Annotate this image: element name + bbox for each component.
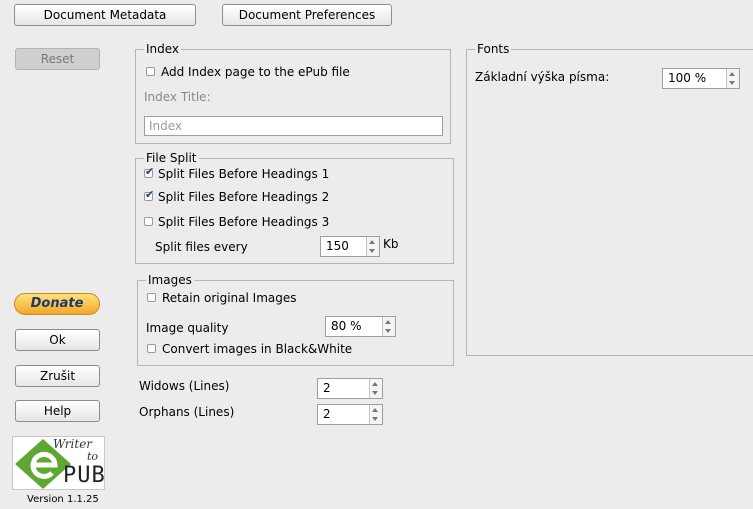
images-group-legend: Images <box>146 273 194 287</box>
bw-images-checkbox[interactable] <box>147 344 156 353</box>
logo-writer-text: Writer <box>53 437 93 451</box>
spinner-up-icon[interactable] <box>369 240 375 244</box>
donate-button-label: Donate <box>30 296 84 311</box>
spinner-down-icon[interactable] <box>385 329 391 333</box>
index-title-input[interactable]: Index <box>144 116 443 136</box>
logo-to-text: to <box>87 450 99 463</box>
add-index-label: Add Index page to the ePub file <box>161 65 350 79</box>
orphans-spinner[interactable]: 2 <box>317 404 383 425</box>
base-font-size-arrows[interactable] <box>726 69 739 88</box>
ok-button[interactable]: Ok <box>15 329 100 351</box>
spinner-up-icon[interactable] <box>385 320 391 324</box>
fonts-group-legend: Fonts <box>475 42 512 56</box>
version-label: Version 1.1.25 <box>27 494 99 505</box>
help-button-label: Help <box>43 404 72 418</box>
widows-value: 2 <box>323 381 331 395</box>
spinner-up-icon[interactable] <box>372 382 378 386</box>
image-quality-spinner[interactable]: 80 % <box>325 316 396 337</box>
split-h1-label: Split Files Before Headings 1 <box>158 167 330 181</box>
image-quality-value: 80 % <box>331 319 362 333</box>
orphans-value: 2 <box>323 407 331 421</box>
split-h3-label: Split Files Before Headings 3 <box>158 215 330 229</box>
spinner-down-icon[interactable] <box>369 249 375 253</box>
spinner-down-icon[interactable] <box>372 417 378 421</box>
split-every-spinner[interactable]: 150 <box>320 236 380 257</box>
tab-document-preferences-label: Document Preferences <box>238 8 376 22</box>
widows-label: Widows (Lines) <box>139 379 230 393</box>
split-every-arrows[interactable] <box>366 237 379 256</box>
add-index-checkbox[interactable] <box>146 67 155 76</box>
spinner-down-icon[interactable] <box>372 391 378 395</box>
logo-pub-text: PUB <box>63 463 105 488</box>
help-button[interactable]: Help <box>15 400 100 422</box>
reset-button[interactable]: Reset <box>15 48 100 70</box>
writer2epub-logo: Writer to PUB <box>12 436 105 490</box>
tab-document-preferences[interactable]: Document Preferences <box>222 4 392 26</box>
image-quality-label: Image quality <box>146 321 229 335</box>
base-font-size-label: Základní výška písma: <box>475 70 610 84</box>
orphans-label: Orphans (Lines) <box>139 405 235 419</box>
cancel-button-label: Zrušit <box>39 369 76 383</box>
cancel-button[interactable]: Zrušit <box>15 365 100 387</box>
base-font-size-value: 100 % <box>668 71 707 85</box>
spinner-down-icon[interactable] <box>729 81 735 85</box>
index-group-legend: Index <box>144 42 182 56</box>
file-split-group-legend: File Split <box>144 151 199 165</box>
split-h1-checkbox[interactable] <box>144 166 154 178</box>
reset-button-label: Reset <box>40 52 75 66</box>
split-h2-label: Split Files Before Headings 2 <box>158 190 330 204</box>
fonts-group: Fonts <box>466 42 753 356</box>
retain-images-checkbox[interactable] <box>147 293 156 302</box>
widows-spinner[interactable]: 2 <box>317 378 383 399</box>
ok-button-label: Ok <box>49 333 66 347</box>
split-every-unit: Kb <box>383 237 399 251</box>
retain-images-label: Retain original Images <box>162 291 297 305</box>
split-every-value: 150 <box>326 239 349 253</box>
tab-document-metadata[interactable]: Document Metadata <box>14 4 196 26</box>
tab-document-metadata-label: Document Metadata <box>43 8 167 22</box>
widows-arrows[interactable] <box>369 379 382 398</box>
spinner-up-icon[interactable] <box>729 72 735 76</box>
split-h2-checkbox[interactable] <box>144 189 154 201</box>
split-h3-checkbox[interactable] <box>144 217 153 226</box>
bw-images-label: Convert images in Black&White <box>162 342 353 356</box>
image-quality-arrows[interactable] <box>382 317 395 336</box>
base-font-size-spinner[interactable]: 100 % <box>662 68 740 89</box>
split-every-label: Split files every <box>155 240 248 254</box>
donate-button[interactable]: Donate <box>14 293 100 315</box>
index-title-label: Index Title: <box>144 90 211 104</box>
spinner-up-icon[interactable] <box>372 408 378 412</box>
orphans-arrows[interactable] <box>369 405 382 424</box>
